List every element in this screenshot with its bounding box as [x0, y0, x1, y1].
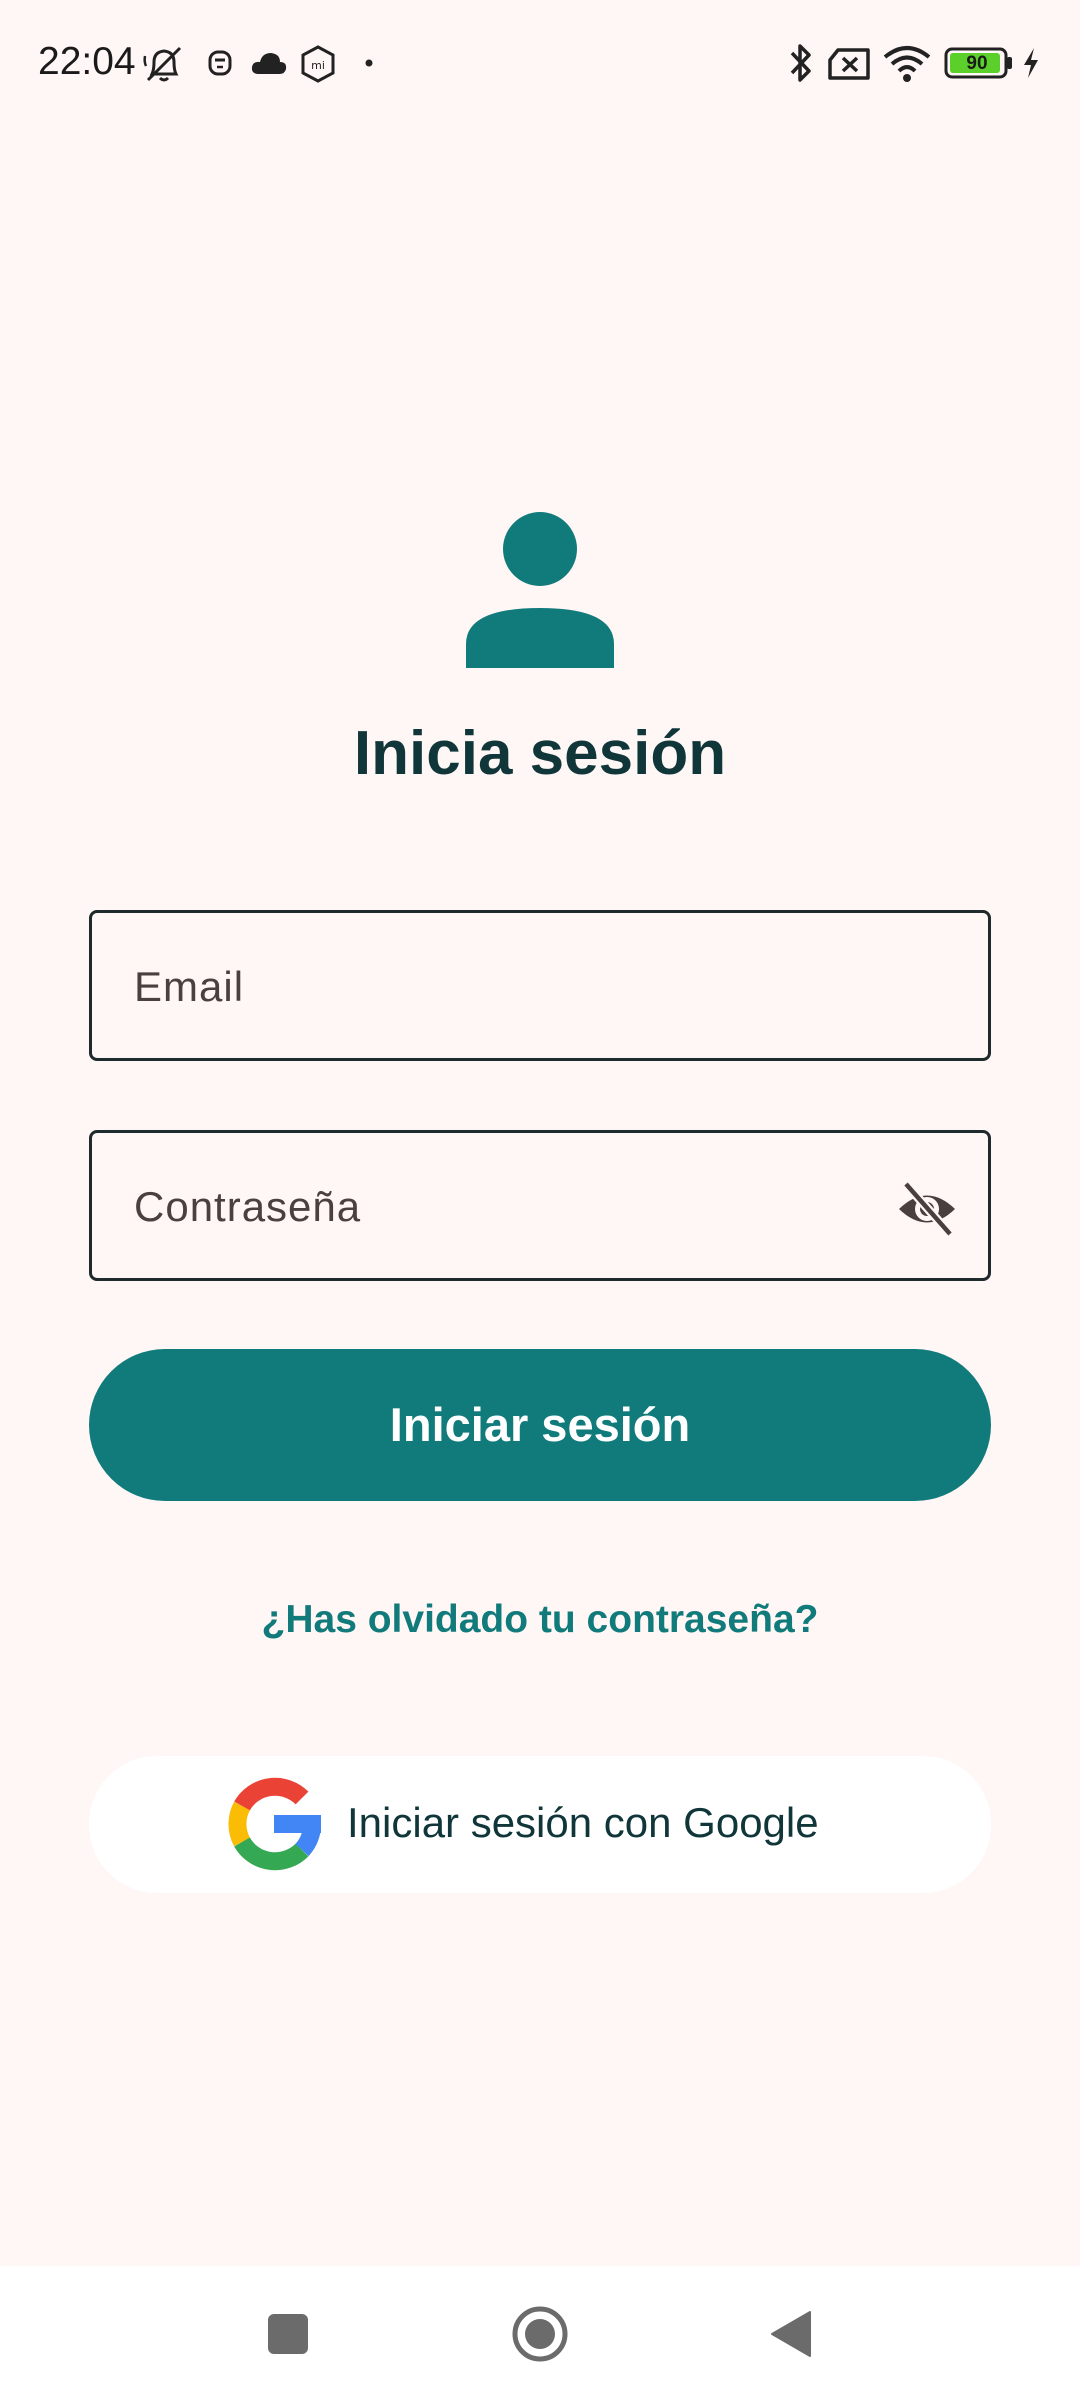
password-field[interactable]: Contraseña	[89, 1130, 991, 1281]
wifi-icon	[883, 46, 931, 82]
email-field[interactable]: Email	[89, 910, 991, 1061]
bell-off-icon	[143, 46, 182, 82]
battery-level: 90	[966, 53, 988, 74]
svg-text:mi: mi	[311, 59, 325, 72]
login-button[interactable]: Iniciar sesión	[89, 1349, 991, 1501]
status-time: 22:04	[38, 40, 136, 83]
home-circle-icon[interactable]	[500, 2294, 580, 2374]
email-placeholder: Email	[134, 963, 245, 1010]
google-signin-label: Iniciar sesión con Google	[347, 1799, 819, 1846]
person-icon	[466, 512, 614, 668]
forgot-password-link[interactable]: ¿Has olvidado tu contraseña?	[0, 1598, 1080, 1642]
navigation-bar	[0, 2266, 1080, 2400]
no-sim-icon	[828, 48, 870, 80]
eye-off-icon[interactable]	[896, 1178, 958, 1240]
bluetooth-icon	[790, 44, 811, 82]
status-bar: 22:04 mi 90	[0, 0, 1080, 130]
charging-icon	[1024, 48, 1038, 78]
assistant-icon	[208, 50, 232, 76]
recents-square-icon[interactable]	[248, 2294, 328, 2374]
mi-hexagon-icon: mi	[301, 45, 335, 83]
cloud-icon	[251, 53, 287, 74]
password-placeholder: Contraseña	[134, 1183, 362, 1230]
google-logo-icon	[228, 1777, 321, 1871]
notification-dot-icon	[365, 59, 373, 67]
back-triangle-icon[interactable]	[752, 2294, 832, 2374]
google-signin-button[interactable]: Iniciar sesión con Google	[89, 1756, 991, 1893]
page-title: Inicia sesión	[353, 719, 727, 788]
